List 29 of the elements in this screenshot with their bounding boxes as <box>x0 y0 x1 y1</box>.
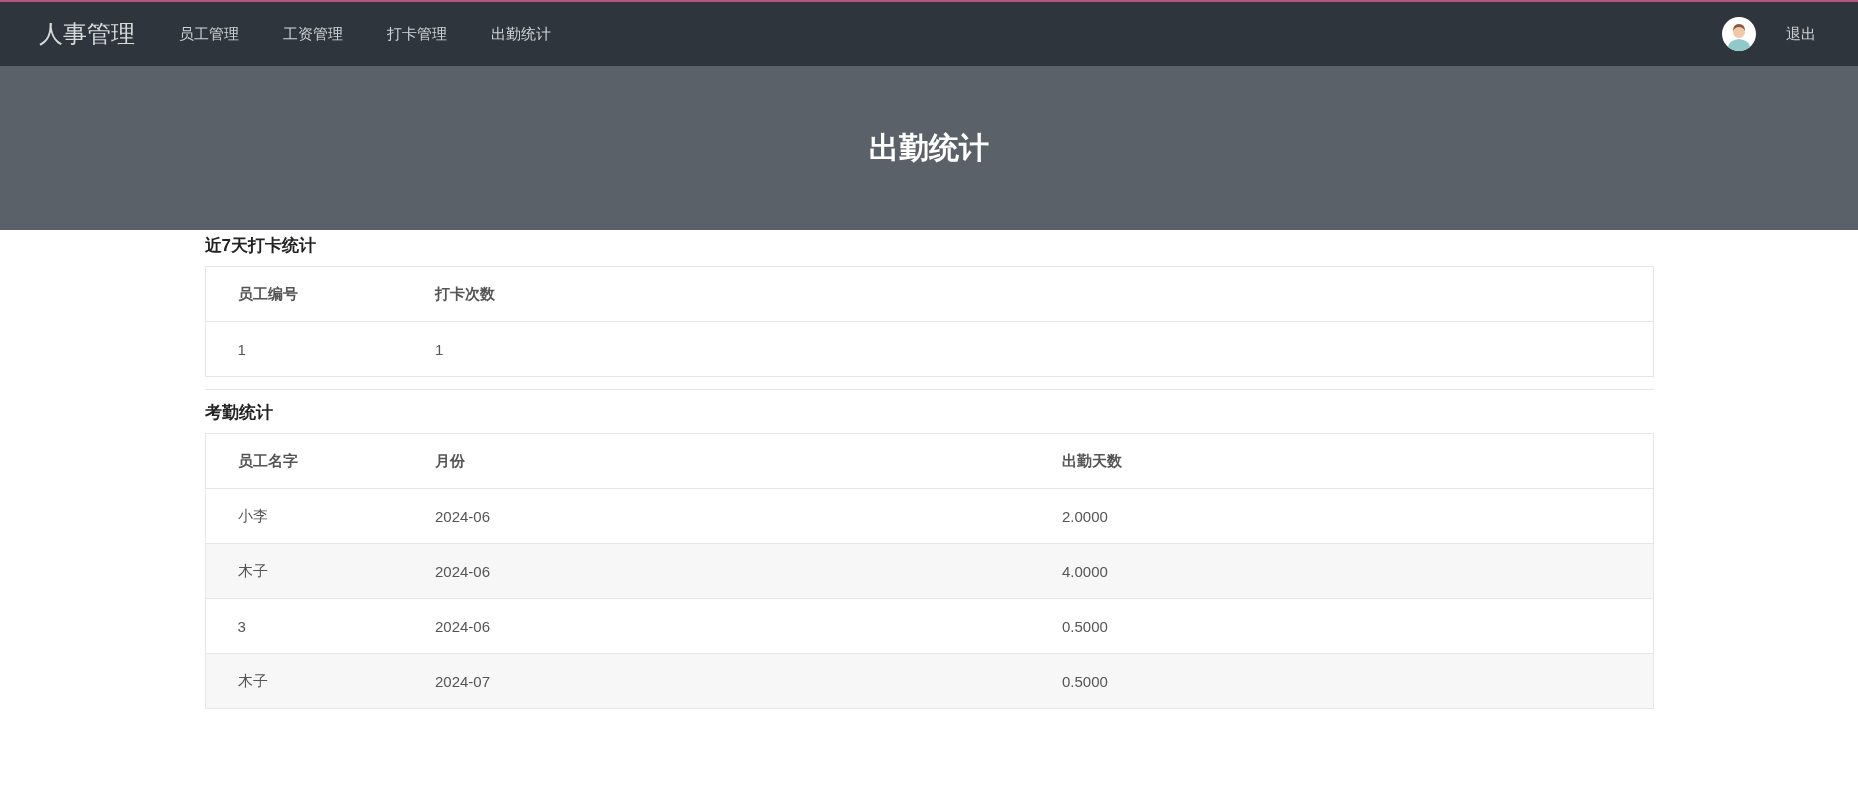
table-cell: 1 <box>205 321 403 377</box>
table-cell: 2024-06 <box>403 488 1030 544</box>
nav-link[interactable]: 打卡管理 <box>387 24 447 44</box>
table-cell: 2024-06 <box>403 598 1030 654</box>
nav-link[interactable]: 出勤统计 <box>491 24 551 44</box>
column-header: 员工名字 <box>205 433 403 489</box>
column-header: 打卡次数 <box>403 266 1653 322</box>
section-title: 近7天打卡统计 <box>204 235 317 257</box>
table-cell: 3 <box>205 598 403 654</box>
page-title: 出勤统计 <box>869 129 989 166</box>
table-cell: 0.5000 <box>1030 598 1653 654</box>
table-cell: 2024-06 <box>403 543 1030 599</box>
column-header: 出勤天数 <box>1030 433 1653 489</box>
column-header: 员工编号 <box>205 266 403 322</box>
section-title: 考勤统计 <box>204 402 274 424</box>
table-cell: 2.0000 <box>1030 488 1653 544</box>
column-header: 月份 <box>403 433 1030 489</box>
table-cell: 4.0000 <box>1030 543 1653 599</box>
table-cell: 2024-07 <box>403 653 1030 709</box>
table-cell: 1 <box>403 321 1653 377</box>
brand-title: 人事管理 <box>39 19 135 49</box>
nav-link[interactable]: 员工管理 <box>179 24 239 44</box>
avatar-icon[interactable] <box>1722 17 1756 51</box>
table-cell: 小李 <box>205 488 403 544</box>
table-cell: 0.5000 <box>1030 653 1653 709</box>
nav-link[interactable]: 工资管理 <box>283 24 343 44</box>
table-cell: 木子 <box>205 653 403 709</box>
logout-link[interactable]: 退出 <box>1786 24 1816 44</box>
table-cell: 木子 <box>205 543 403 599</box>
